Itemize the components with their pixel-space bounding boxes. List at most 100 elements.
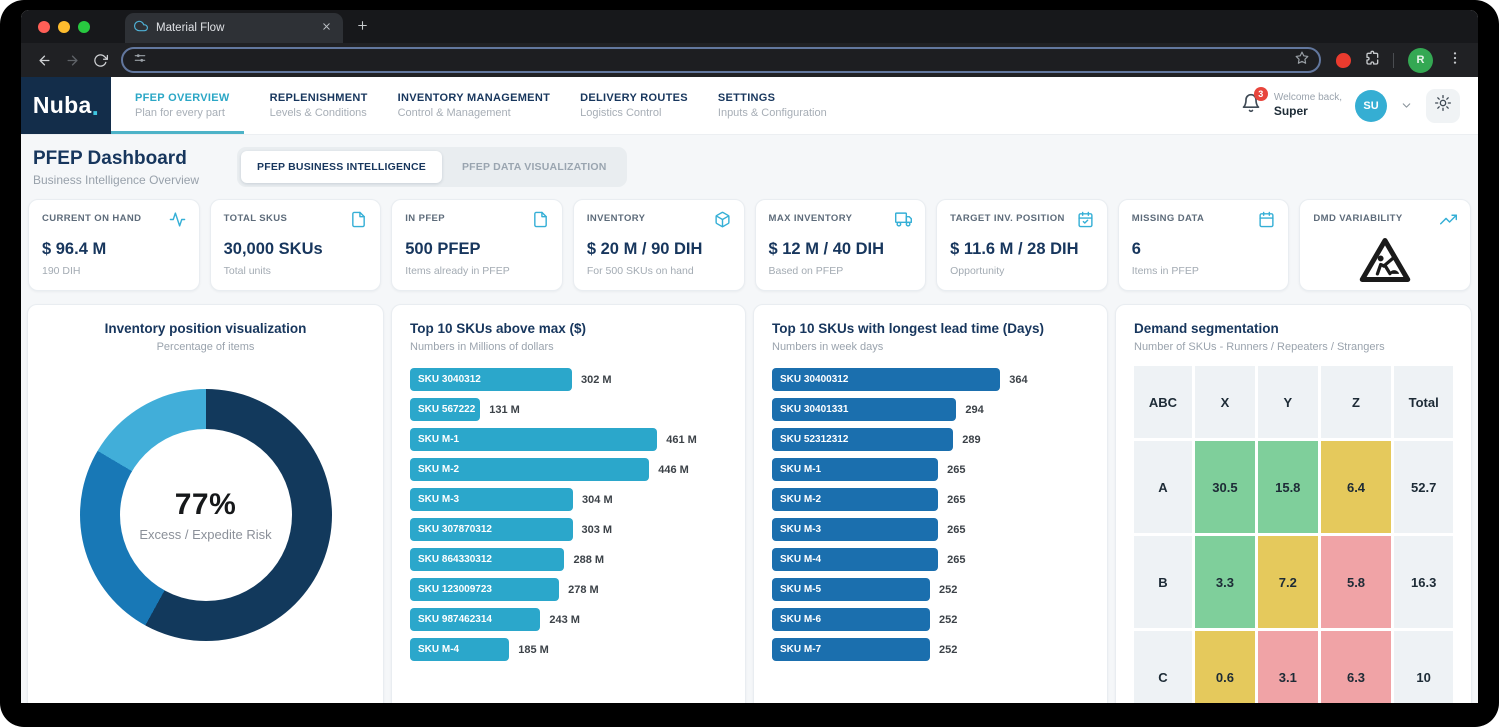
user-avatar[interactable]: SU	[1355, 90, 1387, 122]
nuba-logo[interactable]: Nuba.	[21, 77, 111, 134]
tab-pfep-business-intelligence[interactable]: PFEP BUSINESS INTELLIGENCE	[241, 151, 442, 183]
sku-bar: SKU 30401331	[772, 398, 956, 421]
matrix-total-cell: 52.7	[1394, 441, 1453, 533]
chart-title: Inventory position visualization	[46, 321, 365, 336]
header-right: 3 Welcome back, Super SU	[1241, 77, 1478, 134]
nav-item-delivery-routes[interactable]: DELIVERY ROUTES Logistics Control	[580, 77, 688, 134]
kpi-label: TOTAL SKUS	[224, 211, 288, 225]
bar-row: SKU M-1 265	[772, 458, 1089, 481]
sku-bar: SKU M-1	[410, 428, 657, 451]
close-window-button[interactable]	[38, 21, 50, 33]
donut-ring: 77% Excess / Expedite Risk	[80, 389, 332, 641]
calendar-check-icon	[1077, 211, 1094, 233]
nav-item-replenishment[interactable]: REPLENISHMENT Levels & Conditions	[270, 77, 368, 134]
reload-button[interactable]	[86, 46, 114, 74]
page-title-block: PFEP Dashboard Business Intelligence Ove…	[31, 148, 203, 187]
bar-value-label: 294	[965, 404, 983, 416]
bookmark-star-icon[interactable]	[1295, 51, 1309, 70]
sku-bar: SKU M-4	[772, 548, 938, 571]
package-icon	[714, 211, 731, 233]
new-tab-button[interactable]	[356, 19, 369, 37]
tab-close-icon[interactable]	[318, 19, 334, 37]
matrix-row-label: A	[1134, 441, 1192, 533]
tab-pfep-data-visualization[interactable]: PFEP DATA VISUALIZATION	[446, 151, 623, 183]
nav-item-title: REPLENISHMENT	[270, 92, 368, 104]
matrix-header-cell: X	[1195, 366, 1255, 438]
back-button[interactable]	[30, 46, 58, 74]
chart-subtitle: Numbers in Millions of dollars	[410, 341, 727, 353]
kpi-value: $ 20 M / 90 DIH	[587, 240, 731, 259]
bar-value-label: 289	[962, 434, 980, 446]
kpi-sub: Items in PFEP	[1132, 265, 1276, 277]
theme-toggle-button[interactable]	[1426, 89, 1460, 123]
bar-value-label: 302 M	[581, 374, 612, 386]
browser-window: Material Flow R Nuba.	[21, 10, 1478, 703]
kpi-value: 6	[1132, 240, 1276, 259]
donut-chart-card: Inventory position visualization Percent…	[27, 304, 384, 703]
browser-menu-icon[interactable]	[1447, 50, 1463, 71]
address-input[interactable]	[155, 52, 1287, 68]
nav-item-settings[interactable]: SETTINGS Inputs & Configuration	[718, 77, 827, 134]
address-bar[interactable]	[121, 47, 1321, 73]
bar-row: SKU M-7 252	[772, 638, 1089, 661]
charts-row: Inventory position visualization Percent…	[21, 291, 1478, 703]
bar-value-label: 364	[1009, 374, 1027, 386]
bar-value-label: 252	[939, 644, 957, 656]
logo-dot: .	[92, 101, 100, 111]
minimize-window-button[interactable]	[58, 21, 70, 33]
bar-row: SKU M-2 446 M	[410, 458, 727, 481]
browser-profile-avatar[interactable]: R	[1408, 48, 1433, 73]
notifications-button[interactable]: 3	[1241, 93, 1261, 118]
kpi-label: TARGET INV. POSITION	[950, 211, 1065, 225]
kpi-sub: 190 DIH	[42, 265, 186, 277]
main-nav: PFEP OVERVIEW Plan for every part REPLEN…	[135, 77, 827, 134]
file-icon	[350, 211, 367, 233]
page-head: PFEP Dashboard Business Intelligence Ove…	[21, 134, 1478, 199]
kpi-label: IN PFEP	[405, 211, 445, 225]
bar-row: SKU 123009723 278 M	[410, 578, 727, 601]
page-subtitle: Business Intelligence Overview	[33, 173, 203, 187]
matrix-header-cell: Z	[1321, 366, 1392, 438]
bar-value-label: 265	[947, 494, 965, 506]
extension-red-icon[interactable]	[1336, 53, 1351, 68]
matrix-total-cell: 10	[1394, 631, 1453, 703]
matrix-total-cell: 16.3	[1394, 536, 1453, 628]
kpi-value: $ 11.6 M / 28 DIH	[950, 240, 1094, 259]
chart-subtitle: Numbers in week days	[772, 341, 1089, 353]
sku-bar: SKU 52312312	[772, 428, 953, 451]
sku-bar: SKU M-3	[410, 488, 573, 511]
forward-button[interactable]	[58, 46, 86, 74]
bar-row: SKU 30401331 294	[772, 398, 1089, 421]
bar-row: SKU 30400312 364	[772, 368, 1089, 391]
matrix-value-cell: 15.8	[1258, 441, 1318, 533]
activity-icon	[169, 211, 186, 233]
sku-bar: SKU M-5	[772, 578, 930, 601]
nav-item-inventory-management[interactable]: INVENTORY MANAGEMENT Control & Managemen…	[398, 77, 550, 134]
maximize-window-button[interactable]	[78, 21, 90, 33]
tune-icon[interactable]	[133, 51, 147, 70]
calendar-icon	[1258, 211, 1275, 233]
browser-tab[interactable]: Material Flow	[125, 13, 343, 43]
bar-row: SKU M-3 304 M	[410, 488, 727, 511]
matrix-value-cell: 0.6	[1195, 631, 1255, 703]
kpi-value: 500 PFEP	[405, 240, 549, 259]
user-menu-chevron-icon[interactable]	[1400, 99, 1413, 112]
nav-item-pfep-overview[interactable]: PFEP OVERVIEW Plan for every part	[135, 77, 240, 134]
app-header: Nuba. PFEP OVERVIEW Plan for every part …	[21, 77, 1478, 134]
sku-bar: SKU 3040312	[410, 368, 572, 391]
nav-item-subtitle: Inputs & Configuration	[718, 107, 827, 119]
matrix-header-cell: Total	[1394, 366, 1453, 438]
matrix-value-cell: 3.3	[1195, 536, 1255, 628]
bar-row: SKU 987462314 243 M	[410, 608, 727, 631]
kpi-value: $ 12 M / 40 DIH	[769, 240, 913, 259]
sku-bar: SKU M-7	[772, 638, 930, 661]
kpi-label: MISSING DATA	[1132, 211, 1205, 225]
matrix-header-cell: ABC	[1134, 366, 1192, 438]
bar-list: SKU 30400312 364 SKU 30401331 294 SKU 52…	[772, 368, 1089, 661]
bar-value-label: 265	[947, 464, 965, 476]
roadwork-sign-icon	[1313, 234, 1457, 286]
kpi-sub: Opportunity	[950, 265, 1094, 277]
extensions-puzzle-icon[interactable]	[1365, 50, 1381, 71]
kpi-card-in-pfep: IN PFEP 500 PFEP Items already in PFEP	[391, 199, 563, 291]
sku-bar: SKU M-2	[410, 458, 649, 481]
